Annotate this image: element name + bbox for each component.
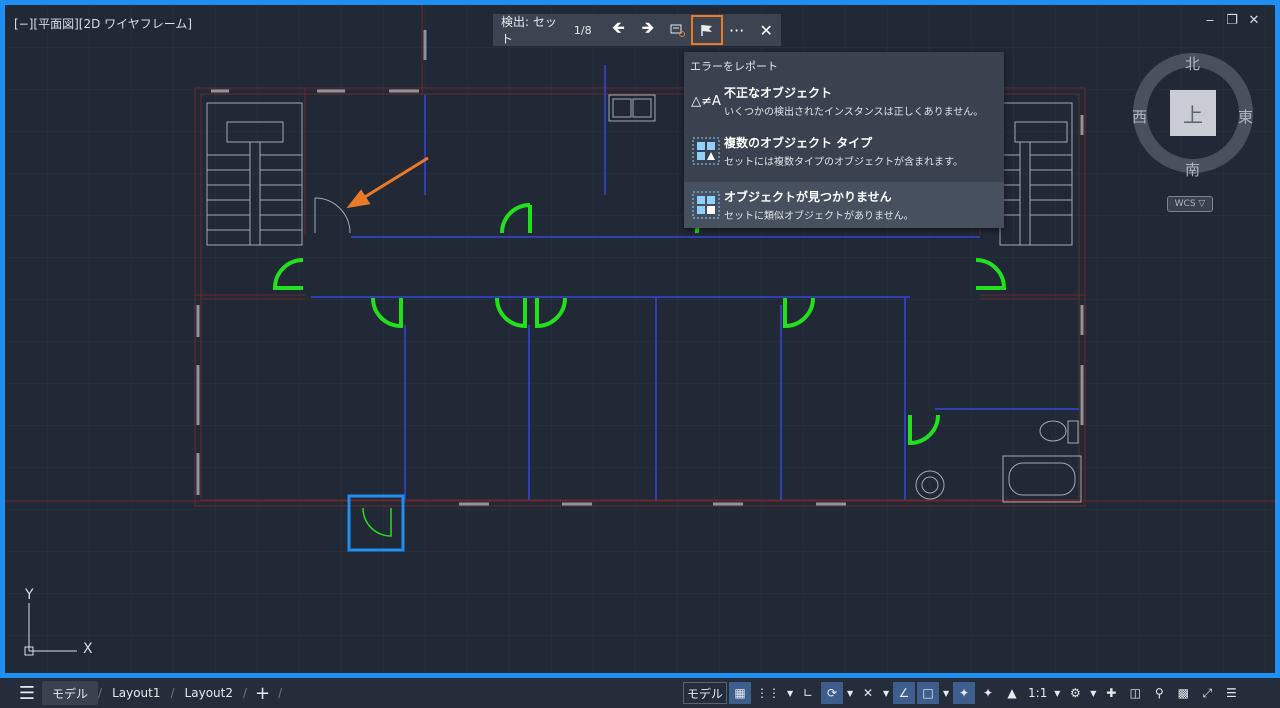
report-error-button[interactable] (691, 15, 723, 45)
multiple-types-icon (692, 137, 720, 165)
tab-layout2[interactable]: Layout2 (175, 681, 243, 705)
close-icon[interactable]: ✕ (1247, 13, 1261, 28)
bottom-bar: ☰ モデル / Layout1 / Layout2 / + / モデル ▦ ⋮⋮… (0, 678, 1280, 708)
tab-separator: / (278, 686, 283, 700)
wcs-menu[interactable]: WCS ▽ (1167, 196, 1213, 212)
drawing-canvas[interactable]: Y X (5, 5, 1275, 673)
arrow-left-icon: 🡸 (611, 17, 625, 37)
menu-item-desc: いくつかの検出されたインスタンスは正しくありません。 (724, 107, 984, 118)
menu-item-multiple-types[interactable]: 複数のオブジェクト タイプ セットには複数タイプのオブジェクトが含まれます。 (684, 128, 1004, 174)
clean-screen-icon[interactable]: ▩ (1172, 682, 1194, 704)
report-error-menu: エラーをレポート △≠A 不正なオブジェクト いくつかの検出されたインスタンスは… (684, 52, 1004, 228)
next-button[interactable]: 🡺 (633, 16, 663, 44)
hardware-acceleration-icon[interactable]: ⚲ (1148, 682, 1170, 704)
close-detect-button[interactable]: ✕ (751, 16, 781, 44)
auto-scale-icon[interactable]: ✦ (977, 682, 999, 704)
object-snap-tracking-icon[interactable]: ✕ (857, 682, 879, 704)
ucs-y-label: Y (24, 587, 34, 603)
chevron-down-icon[interactable]: ▼ (881, 682, 891, 704)
flag-icon (701, 25, 713, 36)
customization-menu-icon[interactable]: ☰ (1220, 682, 1242, 704)
drawing-viewport[interactable]: Y X [−][平面図][2D ワイヤフレーム] ‒ ❐ ✕ 検出: セット 1… (0, 0, 1280, 678)
snap-toggle-icon[interactable]: ⋮⋮ (753, 682, 783, 704)
menu-item-object-missing[interactable]: オブジェクトが見つかりません セットに類似オブジェクトがありません。 (684, 182, 1004, 228)
ortho-toggle-icon[interactable]: ∟ (797, 682, 819, 704)
annotation-scale-icon[interactable]: ▲ (1001, 682, 1023, 704)
annotation-visibility-icon[interactable]: ✦ (953, 682, 976, 704)
not-equal-icon: △≠A (691, 93, 721, 109)
chevron-down-icon[interactable]: ▼ (1052, 682, 1062, 704)
plus-icon[interactable]: ✚ (1100, 682, 1122, 704)
hamburger-menu-icon[interactable]: ☰ (12, 683, 42, 704)
detect-label: 検出: セット (501, 15, 557, 46)
menu-item-incorrect-object[interactable]: △≠A 不正なオブジェクト いくつかの検出されたインスタンスは正しくありません。 (684, 78, 1004, 124)
gear-icon[interactable]: ⚙ (1064, 682, 1086, 704)
report-menu-header: エラーをレポート (690, 60, 778, 73)
arrow-right-icon: 🡺 (641, 17, 655, 37)
isolate-objects-icon[interactable]: ◫ (1124, 682, 1146, 704)
model-space-button[interactable]: モデル (683, 682, 728, 704)
scale-button[interactable]: 1:1 (1025, 682, 1050, 704)
tab-layout1[interactable]: Layout1 (102, 681, 170, 705)
more-button[interactable]: ··· (722, 16, 752, 44)
polar-tracking-icon[interactable]: ⟳ (821, 682, 844, 704)
compass-north[interactable]: 北 (1185, 53, 1200, 74)
fullscreen-icon[interactable]: ⤢ (1196, 682, 1218, 704)
chevron-down-icon[interactable]: ▼ (845, 682, 855, 704)
menu-item-title: 複数のオブジェクト タイプ (724, 136, 873, 150)
prev-button[interactable]: 🡸 (604, 16, 634, 44)
minimize-icon[interactable]: ‒ (1203, 13, 1217, 28)
viewport-window-controls: ‒ ❐ ✕ (1203, 13, 1261, 28)
isodraft-icon[interactable]: ∠ (893, 682, 916, 704)
menu-item-title: 不正なオブジェクト (724, 86, 833, 100)
status-bar: モデル ▦ ⋮⋮ ▼ ∟ ⟳ ▼ ✕ ▼ ∠ □ ▼ ✦ ✦ ▲ 1:1 ▼ ⚙… (683, 678, 1242, 708)
viewport-controls-label[interactable]: [−][平面図][2D ワイヤフレーム] (14, 15, 192, 32)
chevron-down-icon[interactable]: ▼ (785, 682, 795, 704)
viewcube[interactable]: 北 南 東 西 上 WCS ▽ (1125, 49, 1255, 219)
detect-toolbar: 検出: セット 1/8 🡸 🡺 ··· ✕ (493, 14, 781, 46)
viewcube-top-face[interactable]: 上 (1170, 90, 1216, 136)
chevron-down-icon[interactable]: ▼ (941, 682, 951, 704)
restore-icon[interactable]: ❐ (1225, 13, 1239, 28)
compass-west[interactable]: 西 (1132, 106, 1147, 127)
zoom-to-object-button[interactable] (663, 16, 693, 44)
chevron-down-icon[interactable]: ▼ (1088, 682, 1098, 704)
grid-toggle-icon[interactable]: ▦ (729, 682, 752, 704)
menu-item-desc: セットに類似オブジェクトがありません。 (724, 211, 914, 222)
menu-item-desc: セットには複数タイプのオブジェクトが含まれます。 (724, 157, 963, 168)
add-layout-button[interactable]: + (247, 683, 278, 704)
compass-east[interactable]: 東 (1238, 106, 1253, 127)
compass-south[interactable]: 南 (1185, 159, 1200, 180)
zoom-to-object-icon (670, 24, 685, 37)
detect-counter: 1/8 (573, 23, 592, 37)
object-missing-icon (692, 191, 720, 219)
tab-model[interactable]: モデル (42, 681, 99, 705)
object-snap-icon[interactable]: □ (917, 682, 940, 704)
menu-item-title: オブジェクトが見つかりません (724, 190, 892, 204)
ucs-x-label: X (83, 641, 93, 657)
